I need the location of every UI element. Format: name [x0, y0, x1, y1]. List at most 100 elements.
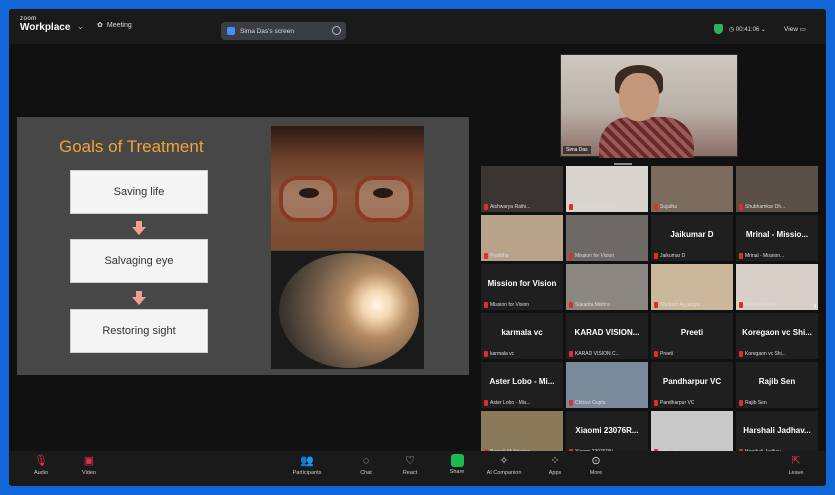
mic-muted-icon — [739, 351, 743, 357]
participant-tile[interactable]: Shrikant Ayyangar — [651, 264, 733, 310]
participant-tile[interactable]: Mission for Vision Mission for Vision — [481, 264, 563, 310]
goal-box: Saving life — [70, 170, 208, 214]
participant-name: Pinaki Kanrar — [745, 302, 776, 308]
participants-label: Participants — [292, 470, 322, 476]
participant-name-tag: Aster Lobo - Mis... — [484, 400, 531, 406]
participant-display-name: KARAD VISION... — [574, 328, 640, 337]
share-screen-icon — [450, 454, 464, 467]
participant-name: Preeti — [660, 351, 674, 357]
eye — [299, 188, 319, 198]
goal-box: Restoring sight — [70, 309, 208, 353]
react-button[interactable]: ♡ React — [390, 454, 430, 476]
more-button[interactable]: ⊙ More — [576, 454, 616, 476]
participant-tile[interactable]: Mission for Vision — [566, 215, 648, 261]
leave-button[interactable]: ⇱ Leave — [776, 454, 816, 476]
participant-tile[interactable]: Aishwarya Rathi... — [481, 166, 563, 212]
participant-tile[interactable]: Mrinal - Missio... Mrinal - Mission... — [736, 215, 818, 261]
share-pill-label: Sima Das's screen — [240, 27, 294, 35]
apps-icon: ⁘ — [550, 455, 560, 467]
meeting-menu[interactable]: ✿ Meeting — [97, 21, 132, 30]
participant-display-name: Pandharpur VC — [662, 377, 722, 386]
view-button[interactable]: View ▭ — [784, 25, 806, 33]
audio-button[interactable]: 🎙 Audio — [21, 454, 61, 476]
screen-share-indicator[interactable]: Sima Das's screen — [221, 22, 346, 40]
meeting-label: Meeting — [106, 21, 132, 29]
shield-icon[interactable] — [714, 24, 723, 34]
ai-companion-button[interactable]: ✧ AI Companion — [484, 454, 524, 476]
participant-tile[interactable]: Shubhamkar Dh... — [736, 166, 818, 212]
participant-name-tag: Aishwarya Rathi... — [484, 204, 530, 210]
participant-tile[interactable]: Koregaon vc Shi... Koregaon vc Shi... — [736, 313, 818, 359]
participant-tile[interactable]: Rajib Sen Rajib Sen — [736, 362, 818, 408]
mic-muted-icon — [569, 351, 573, 357]
participant-name-tag: Rajib Sen — [739, 400, 767, 406]
participant-name-tag: KARAD VISION C... — [569, 351, 620, 357]
mic-muted-icon — [654, 253, 658, 259]
participant-tile[interactable]: Pandharpur VC Pandharpur VC — [651, 362, 733, 408]
participant-name: Sujatha — [660, 204, 677, 210]
share-button[interactable]: Share — [437, 454, 477, 475]
meeting-toolbar: 🎙 Audio ▣ Video 👥 Participants ◌ Chat ♡ React… — [9, 451, 826, 486]
participant-tile[interactable]: Dhanraj Meherta... — [566, 166, 648, 212]
participant-tile[interactable]: Chhavi Gupta — [566, 362, 648, 408]
mic-muted-icon — [654, 400, 658, 406]
participant-tile[interactable]: karmala vc karmala vc — [481, 313, 563, 359]
timer-value: 00:41:06 — [735, 27, 760, 33]
chevron-right-icon[interactable]: › — [813, 300, 817, 312]
mic-muted-icon — [569, 253, 573, 259]
participant-name-tag: karmala vc — [484, 351, 514, 357]
participant-tile[interactable]: Pinaki Kanrar — [736, 264, 818, 310]
participant-tile[interactable]: Preeti Preeti — [651, 313, 733, 359]
participant-tile[interactable]: Sukanta Mishra — [566, 264, 648, 310]
participant-tile[interactable]: Pratibha — [481, 215, 563, 261]
mic-muted-icon — [569, 302, 573, 308]
zoom-logo: zoom Workplace — [20, 16, 70, 33]
react-label: React — [402, 470, 418, 476]
active-speaker-video[interactable]: Sima Das — [560, 54, 738, 158]
participant-name: Shubhamkar Dh... — [745, 204, 786, 210]
participant-name-tag: Mrinal - Mission... — [739, 253, 784, 259]
participant-display-name: Mission for Vision — [487, 279, 557, 288]
participant-tile[interactable]: KARAD VISION... KARAD VISION C... — [566, 313, 648, 359]
speaker-name-tag: Sima Das — [563, 146, 591, 154]
participant-name: Pratibha — [490, 253, 509, 259]
participant-tile[interactable]: Sujatha — [651, 166, 733, 212]
mic-muted-icon — [484, 204, 488, 210]
participant-name: Mrinal - Mission... — [745, 253, 785, 259]
leave-icon: ⇱ — [791, 455, 801, 467]
participant-name: Pandharpur VC — [660, 400, 695, 406]
participant-display-name: Harshali Jadhav... — [743, 426, 811, 435]
audio-label: Audio — [33, 470, 49, 476]
participant-tile[interactable]: Aster Lobo - Mi... Aster Lobo - Mis... — [481, 362, 563, 408]
more-icon: ⊙ — [591, 455, 601, 467]
participant-name-tag: Mission for Vision — [484, 302, 529, 308]
chat-button[interactable]: ◌ Chat — [346, 454, 386, 476]
gallery-scroll-handle[interactable] — [614, 163, 632, 165]
leave-label: Leave — [788, 470, 804, 476]
top-bar: zoom Workplace ⌄ ✿ Meeting Sima Das's sc… — [9, 9, 826, 44]
mic-muted-icon — [569, 204, 573, 210]
participant-name: karmala vc — [490, 351, 515, 357]
participant-name-tag: Pandharpur VC — [654, 400, 694, 406]
eye — [373, 188, 393, 198]
mic-muted-icon — [739, 400, 743, 406]
participant-name: Koregaon vc Shi... — [745, 351, 786, 357]
participants-button[interactable]: 👥 Participants — [287, 454, 327, 476]
meeting-timer[interactable]: ◷ 00:41:06 ⌄ — [729, 26, 766, 33]
mic-muted-icon — [654, 204, 658, 210]
participant-display-name: karmala vc — [501, 328, 543, 337]
video-button[interactable]: ▣ Video — [69, 454, 109, 476]
participant-tile[interactable]: Jaikumar D Jaikumar D — [651, 215, 733, 261]
brand-line2: Workplace — [20, 22, 71, 33]
participant-name: Jaikumar D — [660, 253, 686, 259]
participant-name-tag: Preeti — [654, 351, 673, 357]
meeting-stage: Goals of Treatment Saving life Salvaging… — [9, 44, 826, 457]
options-icon[interactable] — [332, 26, 341, 35]
down-arrow-icon — [132, 221, 146, 235]
participant-name-tag: Jaikumar D — [654, 253, 685, 259]
chevron-down-icon[interactable]: ⌄ — [77, 22, 84, 31]
down-arrow-icon — [132, 291, 146, 305]
apps-button[interactable]: ⁘ Apps — [535, 454, 575, 476]
participant-display-name: Aster Lobo - Mi... — [489, 377, 555, 386]
participant-gallery: Aishwarya Rathi... Dhanraj Meherta... Suja… — [481, 166, 819, 457]
